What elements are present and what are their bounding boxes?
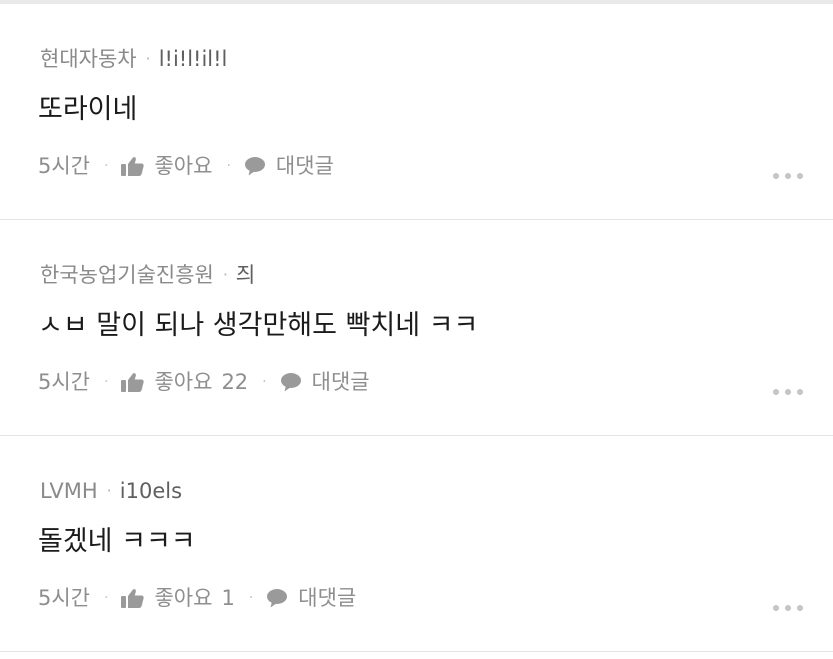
comment-actions: 5시간 · 좋아요 1 · 대댓글	[38, 584, 356, 612]
more-options-button[interactable]	[773, 169, 803, 183]
like-count: 22	[221, 370, 249, 394]
comment-author-line: 현대자동차 · l!i!l!il!l	[40, 46, 227, 72]
like-label: 좋아요	[154, 154, 213, 178]
comment-text: ㅅㅂ 말이 되나 생각만해도 빡치네 ㅋㅋ	[38, 310, 479, 341]
reply-button[interactable]: 대댓글	[280, 368, 370, 396]
speech-bubble-icon	[244, 157, 265, 176]
comment-text: 또라이네	[38, 94, 138, 125]
separator-dot: ·	[104, 590, 109, 606]
comment-nickname[interactable]: i10els	[120, 478, 182, 504]
like-button[interactable]: 좋아요 22	[121, 368, 248, 396]
more-dots-icon	[785, 605, 791, 611]
like-button[interactable]: 좋아요	[121, 152, 212, 180]
comment-author[interactable]: 현대자동차	[40, 46, 137, 72]
more-dots-icon	[797, 605, 803, 611]
thumbs-up-icon	[121, 589, 145, 608]
comment-actions: 5시간 · 좋아요 · 대댓글	[38, 152, 334, 180]
reply-label: 대댓글	[311, 370, 370, 394]
separator-dot: ·	[248, 590, 254, 606]
like-button[interactable]: 좋아요 1	[121, 584, 235, 612]
comment-author-line: 한국농업기술진흥원 · 즤	[40, 262, 255, 288]
speech-bubble-icon	[280, 373, 301, 392]
more-dots-icon	[785, 173, 791, 179]
comment-nickname[interactable]: l!i!l!il!l	[159, 46, 228, 72]
comment-time: 5시간	[38, 586, 91, 610]
more-dots-icon	[797, 389, 803, 395]
separator-dot: ·	[226, 158, 231, 174]
comment-text: 돌겠네 ㅋㅋㅋ	[38, 526, 196, 557]
like-count: 1	[221, 586, 235, 610]
reply-button[interactable]: 대댓글	[244, 152, 334, 180]
comment-author[interactable]: 한국농업기술진흥원	[40, 262, 214, 288]
comment-item: LVMH · i10els 돌겠네 ㅋㅋㅋ 5시간 · 좋아요 1 · 대댓글	[0, 436, 833, 652]
speech-bubble-icon	[267, 589, 288, 608]
more-dots-icon	[797, 173, 803, 179]
comment-item: 한국농업기술진흥원 · 즤 ㅅㅂ 말이 되나 생각만해도 빡치네 ㅋㅋ 5시간 …	[0, 220, 833, 436]
more-dots-icon	[773, 173, 779, 179]
more-dots-icon	[773, 389, 779, 395]
comment-nickname[interactable]: 즤	[236, 262, 255, 288]
separator-dot: ·	[104, 158, 109, 174]
more-dots-icon	[773, 605, 779, 611]
separator-dot: ·	[262, 374, 267, 390]
comment-item: 현대자동차 · l!i!l!il!l 또라이네 5시간 · 좋아요 · 대댓글	[0, 4, 833, 220]
more-options-button[interactable]	[773, 385, 803, 399]
reply-button[interactable]: 대댓글	[266, 584, 356, 612]
thumbs-up-icon	[121, 157, 145, 176]
reply-label: 대댓글	[275, 154, 334, 178]
separator-dot: ·	[104, 374, 109, 390]
comment-actions: 5시간 · 좋아요 22 · 대댓글	[38, 368, 370, 396]
comment-author-line: LVMH · i10els	[40, 478, 182, 504]
thumbs-up-icon	[121, 373, 145, 392]
separator-dot: ·	[145, 49, 151, 68]
comment-time: 5시간	[38, 154, 91, 178]
separator-dot: ·	[106, 481, 112, 500]
like-label: 좋아요	[154, 370, 213, 394]
more-dots-icon	[785, 389, 791, 395]
more-options-button[interactable]	[773, 601, 803, 615]
separator-dot: ·	[222, 265, 228, 284]
comment-author[interactable]: LVMH	[40, 478, 98, 504]
like-label: 좋아요	[154, 586, 213, 610]
comment-time: 5시간	[38, 370, 91, 394]
reply-label: 대댓글	[298, 586, 357, 610]
